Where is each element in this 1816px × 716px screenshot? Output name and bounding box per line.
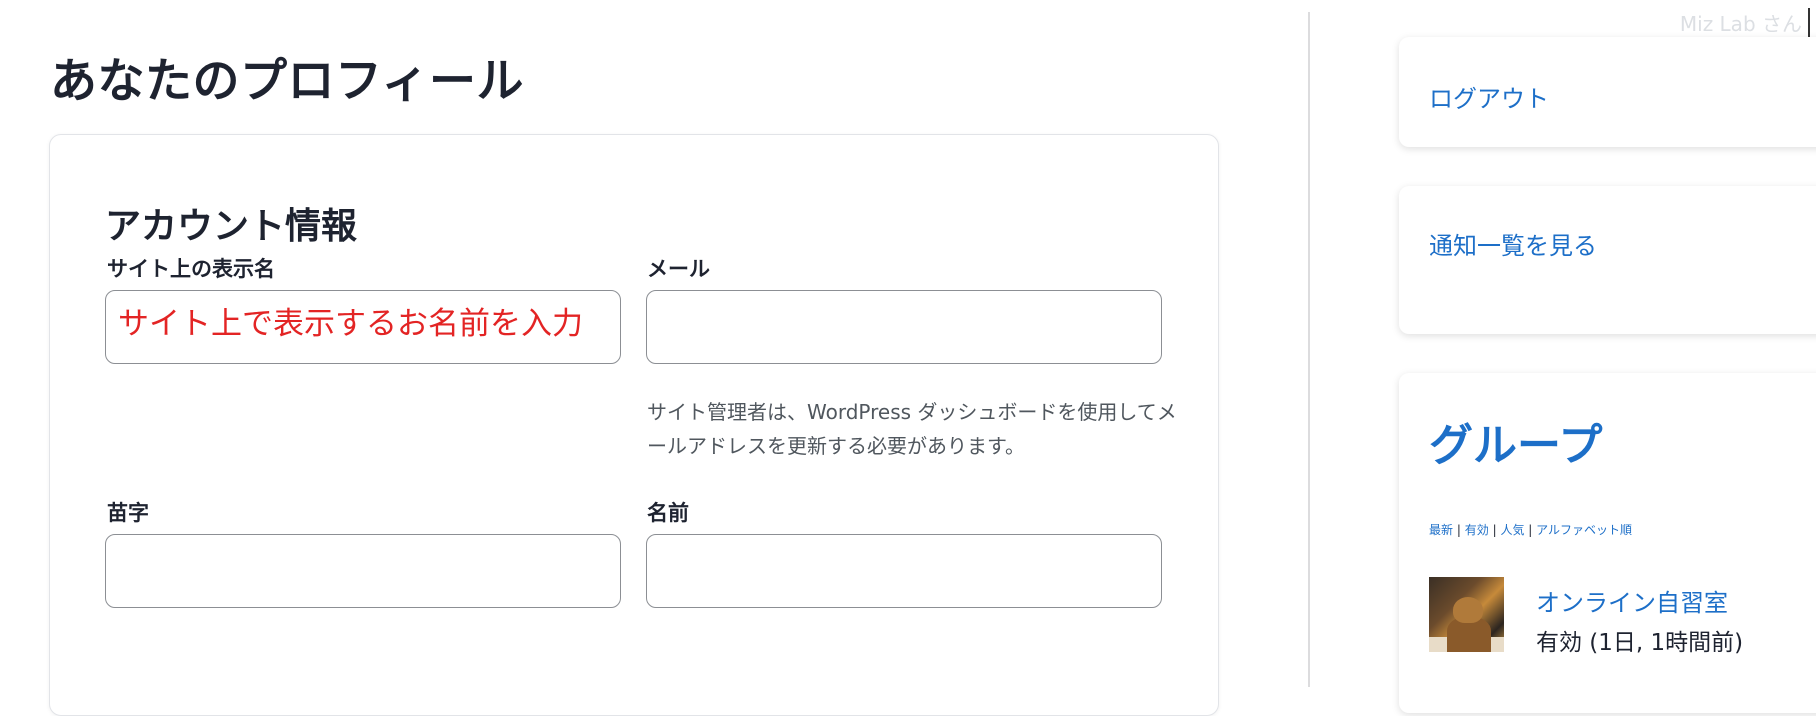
first-name-label: 名前 [647, 501, 689, 525]
notifications-widget: 通知一覧を見る [1399, 186, 1816, 334]
filter-separator: | [1456, 523, 1461, 537]
filter-separator: | [1492, 523, 1497, 537]
group-avatar[interactable] [1429, 577, 1504, 652]
filter-separator: | [1528, 523, 1533, 537]
account-info-card: アカウント情報 サイト上の表示名 メール サイト管理者は、WordPress ダ… [49, 134, 1219, 716]
column-divider [1308, 12, 1310, 687]
filter-alphabetical[interactable]: アルファベット順 [1536, 523, 1632, 537]
group-filters: 最新 | 有効 | 人気 | アルファベット順 [1429, 521, 1632, 538]
first-name-input[interactable] [646, 534, 1162, 608]
filter-active[interactable]: 有効 [1465, 523, 1489, 537]
email-label: メール [647, 257, 710, 281]
filter-newest[interactable]: 最新 [1429, 523, 1453, 537]
group-activity: 有効 (1日, 1時間前) [1536, 630, 1744, 656]
user-greeting[interactable]: Miz Lab さん [1680, 8, 1802, 37]
email-input[interactable] [646, 290, 1162, 364]
email-help-text: サイト管理者は、WordPress ダッシュボードを使用してメールアドレスを更新… [647, 400, 1177, 458]
page-title: あなたのプロフィール [50, 54, 525, 109]
text-caret [1808, 8, 1810, 38]
display-name-input[interactable] [105, 290, 621, 364]
last-name-input[interactable] [105, 534, 621, 608]
notifications-link[interactable]: 通知一覧を見る [1429, 226, 1597, 261]
section-title: アカウント情報 [105, 206, 358, 247]
groups-widget: グループ 最新 | 有効 | 人気 | アルファベット順 オンライン自習室 有効… [1399, 373, 1816, 713]
groups-heading: グループ [1429, 420, 1603, 471]
last-name-label: 苗字 [107, 501, 149, 525]
display-name-label: サイト上の表示名 [107, 257, 275, 281]
logout-widget: ログアウト [1399, 37, 1816, 147]
filter-popular[interactable]: 人気 [1500, 523, 1524, 537]
group-name-link[interactable]: オンライン自習室 [1536, 583, 1728, 618]
logout-link[interactable]: ログアウト [1429, 79, 1549, 114]
